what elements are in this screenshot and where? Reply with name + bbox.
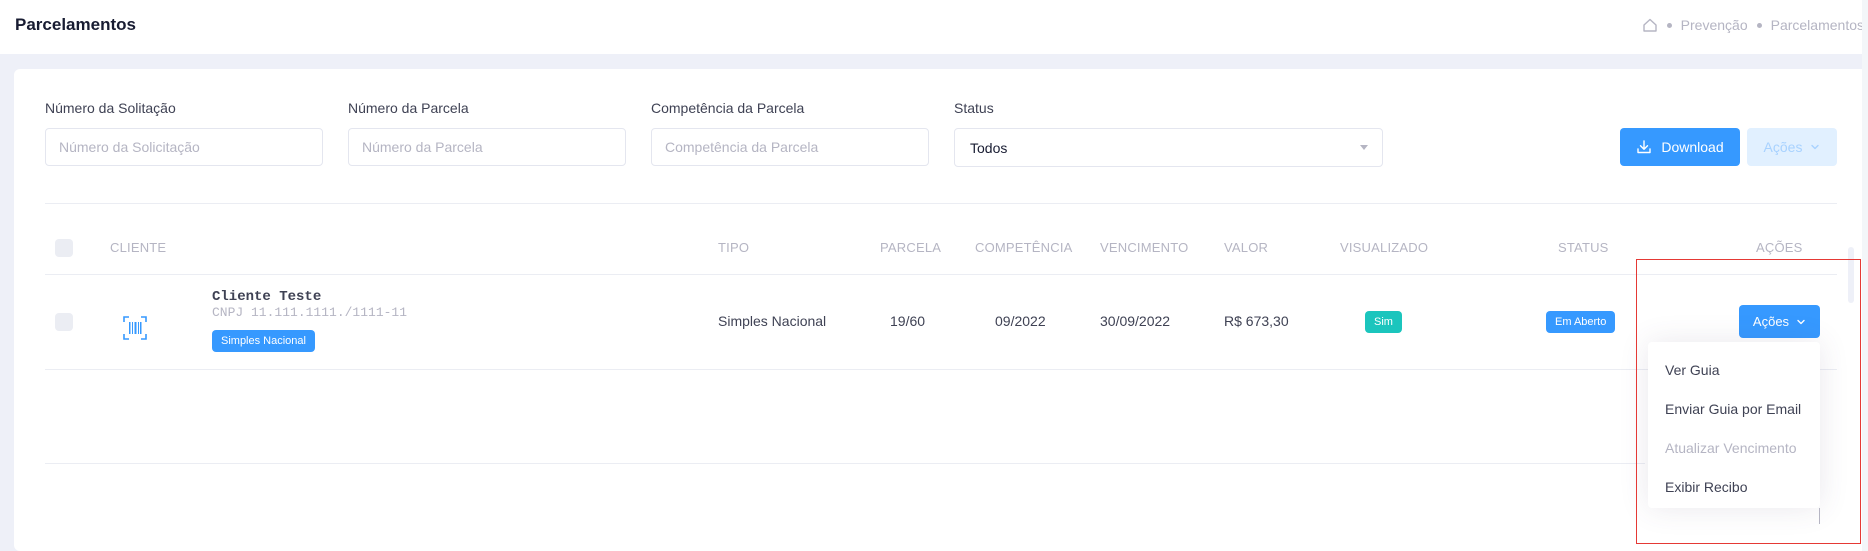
cell-vencimento: 30/09/2022 [1100,313,1171,329]
col-header-parcela[interactable]: PARCELA [880,240,941,255]
client-name: Cliente Teste [212,289,322,305]
row-divider [45,369,1837,370]
select-all-checkbox[interactable] [55,239,73,257]
breadcrumb-item-parcelamentos[interactable]: Parcelamentos [1771,17,1864,33]
status-select[interactable]: Todos [954,128,1383,167]
table-footer-divider [45,463,1645,464]
menu-item-enviar-guia-email[interactable]: Enviar Guia por Email [1648,389,1820,428]
breadcrumb: Prevenção Parcelamentos [1642,17,1864,33]
cursor-line [1819,508,1820,524]
chevron-down-icon [1797,319,1805,324]
breadcrumb-separator [1756,22,1762,28]
menu-item-atualizar-vencimento: Atualizar Vencimento [1665,439,1797,456]
col-header-competencia[interactable]: COMPETÊNCIA [975,240,1073,255]
filter-label-status: Status [954,100,994,116]
cell-tipo: Simples Nacional [718,313,827,329]
col-header-tipo[interactable]: TIPO [718,240,749,255]
cell-parcela: 19/60 [890,313,926,329]
chevron-down-icon [1811,144,1820,150]
cell-competencia: 09/2022 [995,313,1046,329]
filter-label-parcela: Número da Parcela [348,100,469,116]
acoes-toolbar-button[interactable]: Ações [1747,128,1837,166]
row-acoes-button[interactable]: Ações [1739,305,1820,338]
filter-label-solicitacao: Número da Solitação [45,100,176,116]
status-badge: Em Aberto [1546,311,1616,333]
download-icon [1637,140,1652,154]
acoes-toolbar-label: Ações [1763,139,1803,155]
col-header-acoes: AÇÕES [1756,240,1803,255]
competencia-input[interactable] [651,128,929,166]
table-scrollbar[interactable] [1848,247,1854,303]
status-select-value: Todos [970,139,1008,156]
row-checkbox[interactable] [55,313,73,331]
header-divider [45,274,1837,275]
divider [45,203,1837,204]
cell-valor: R$ 673,30 [1224,313,1289,329]
parcela-input[interactable] [348,128,626,166]
visualizado-badge: Sim [1365,311,1402,333]
home-icon[interactable] [1642,17,1658,33]
caret-down-icon [1360,145,1368,150]
barcode-icon [123,316,147,340]
page-scrollbar[interactable] [1862,0,1868,551]
download-button[interactable]: Download [1620,128,1740,166]
col-header-vencimento[interactable]: VENCIMENTO [1100,240,1188,255]
client-type-badge: Simples Nacional [212,330,315,352]
top-bar: Parcelamentos Prevenção Parcelamentos [0,0,1868,54]
col-header-valor[interactable]: VALOR [1224,240,1268,255]
breadcrumb-item-prevencao[interactable]: Prevenção [1681,17,1748,33]
filter-label-competencia: Competência da Parcela [651,100,805,116]
client-cnpj: CNPJ 11.111.1111./1111-11 [212,305,408,320]
col-header-status[interactable]: STATUS [1558,240,1609,255]
solicitacao-input[interactable] [45,128,323,166]
col-header-visualizado[interactable]: VISUALIZADO [1340,240,1428,255]
menu-item-ver-guia[interactable]: Ver Guia [1648,350,1820,389]
row-acoes-label: Ações [1752,314,1790,329]
breadcrumb-separator [1666,22,1672,28]
acoes-dropdown-menu: Ver Guia Enviar Guia por Email Atualizar… [1648,342,1820,508]
page-title: Parcelamentos [15,15,136,34]
col-header-cliente[interactable]: CLIENTE [110,240,166,255]
download-button-label: Download [1661,139,1724,155]
menu-item-exibir-recibo[interactable]: Exibir Recibo [1648,467,1820,506]
